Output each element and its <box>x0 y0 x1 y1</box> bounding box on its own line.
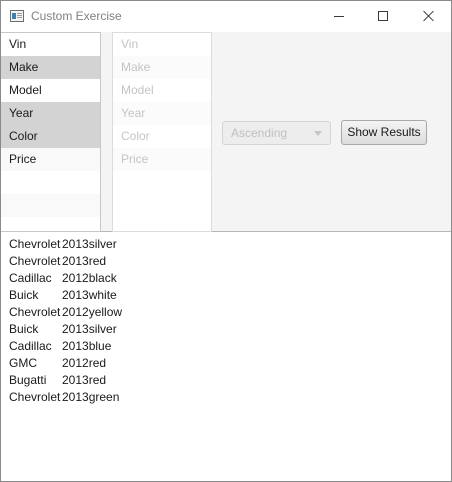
sort-field-list-item: Color <box>113 125 211 148</box>
result-make: Buick <box>9 288 39 302</box>
result-make: Bugatti <box>9 373 47 387</box>
close-button[interactable] <box>406 1 451 31</box>
result-details: 2012black <box>62 271 117 285</box>
result-make: Chevrolet <box>9 390 61 404</box>
result-line: Chevrolet 2013red <box>1 253 451 270</box>
sort-field-list-item: Model <box>113 79 211 102</box>
result-details: 2012yellow <box>62 305 123 319</box>
result-line: Chevrolet 2012yellow <box>1 304 451 321</box>
result-make: Chevrolet <box>9 305 61 319</box>
result-make: Chevrolet <box>9 254 61 268</box>
title-bar[interactable]: Custom Exercise <box>1 1 451 32</box>
result-details: 2013silver <box>62 237 117 251</box>
result-line: Buick 2013white <box>1 287 451 304</box>
sort-field-list-item: Price <box>113 148 211 171</box>
result-details: 2013green <box>62 390 120 404</box>
field-list[interactable]: Vin Make Model Year Color Price <box>1 32 101 232</box>
result-make: Buick <box>9 322 39 336</box>
close-icon <box>423 10 435 22</box>
result-details: 2012red <box>62 356 107 370</box>
result-line: Cadillac 2012black <box>1 270 451 287</box>
result-line: Bugatti 2013red <box>1 372 451 389</box>
sort-field-list-item: Vin <box>113 33 211 56</box>
window-title: Custom Exercise <box>31 9 122 23</box>
minimize-icon <box>334 15 344 17</box>
sort-field-list-item: Make <box>113 56 211 79</box>
sort-order-combo: Ascending <box>222 121 331 145</box>
result-make: Cadillac <box>9 271 52 285</box>
show-results-button[interactable]: Show Results <box>341 120 427 145</box>
field-list-item[interactable]: Make <box>1 56 100 79</box>
chevron-down-icon <box>314 131 322 136</box>
results-area[interactable]: Chevrolet 2013silver Chevrolet 2013red Cadil… <box>1 232 451 481</box>
result-line: GMC 2012red <box>1 355 451 372</box>
result-line: Buick 2013silver <box>1 321 451 338</box>
maximize-button[interactable] <box>360 1 406 31</box>
field-list-item[interactable]: Price <box>1 148 100 171</box>
sort-field-list-item: Year <box>113 102 211 125</box>
app-window-icon <box>10 10 24 22</box>
result-make: Cadillac <box>9 339 52 353</box>
field-list-item[interactable]: Color <box>1 125 100 148</box>
result-make: Chevrolet <box>9 237 61 251</box>
controls-pane: Vin Make Model Year Color Price Vin Make Model Y… <box>1 32 451 232</box>
minimize-button[interactable] <box>316 1 362 31</box>
field-list-item[interactable]: Year <box>1 102 100 125</box>
field-list-item[interactable]: Model <box>1 79 100 102</box>
sort-order-value: Ascending <box>231 126 288 140</box>
result-line: Chevrolet 2013silver <box>1 236 451 253</box>
result-details: 2013red <box>62 254 107 268</box>
result-line: Chevrolet 2013green <box>1 389 451 406</box>
result-details: 2013silver <box>62 322 117 336</box>
result-details: 2013blue <box>62 339 112 353</box>
result-make: GMC <box>9 356 37 370</box>
result-details: 2013white <box>62 288 117 302</box>
sort-field-list: Vin Make Model Year Color Price <box>112 32 212 232</box>
app-window: Custom Exercise Vin Make Model Year Color Pri… <box>0 0 452 482</box>
field-list-empty-row <box>1 194 100 217</box>
result-details: 2013red <box>62 373 107 387</box>
result-line: Cadillac 2013blue <box>1 338 451 355</box>
maximize-icon <box>378 11 388 21</box>
field-list-item[interactable]: Vin <box>1 33 100 56</box>
field-list-empty-row <box>1 171 100 194</box>
